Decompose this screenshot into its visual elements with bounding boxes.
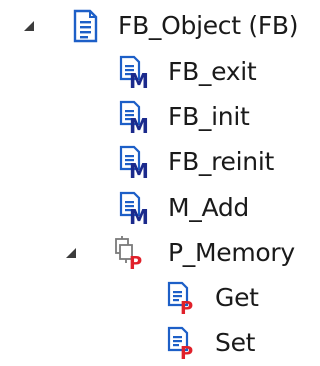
tree-node-label: FB_reinit <box>168 147 274 176</box>
svg-text:P: P <box>180 298 193 315</box>
tree-node-get[interactable]: P Get <box>0 278 319 319</box>
tree-node-label: FB_Object (FB) <box>118 11 299 40</box>
method-icon: M <box>118 55 150 93</box>
tree-node-set[interactable]: P Set <box>0 323 319 364</box>
svg-text:P: P <box>180 343 193 360</box>
method-icon: M <box>118 145 150 183</box>
tree-node-label: Set <box>215 328 256 357</box>
property-accessor-icon: P <box>166 281 198 319</box>
function-block-icon <box>70 9 102 43</box>
tree-node-m-add[interactable]: M M_Add <box>0 188 319 229</box>
tree-node-fb-reinit[interactable]: M FB_reinit <box>0 142 319 183</box>
property-accessor-icon: P <box>166 326 198 364</box>
method-icon: M <box>118 191 150 229</box>
tree-node-fb-object[interactable]: FB_Object (FB) <box>0 6 319 46</box>
tree-node-label: Get <box>215 283 259 312</box>
svg-text:M: M <box>129 69 149 89</box>
svg-text:M: M <box>129 114 149 134</box>
svg-text:P: P <box>129 253 142 270</box>
tree-node-label: FB_exit <box>168 57 257 86</box>
tree-node-p-memory[interactable]: P P_Memory <box>0 233 319 274</box>
property-icon: P <box>112 236 144 274</box>
expanded-arrow-icon[interactable] <box>64 246 78 260</box>
tree-node-label: P_Memory <box>168 238 295 267</box>
svg-text:M: M <box>129 159 149 179</box>
tree-node-label: M_Add <box>168 193 249 222</box>
tree-node-fb-init[interactable]: M FB_init <box>0 97 319 138</box>
method-icon: M <box>118 100 150 138</box>
tree-node-label: FB_init <box>168 102 250 131</box>
tree-node-fb-exit[interactable]: M FB_exit <box>0 52 319 93</box>
svg-text:M: M <box>129 205 149 225</box>
expanded-arrow-icon[interactable] <box>22 19 36 33</box>
